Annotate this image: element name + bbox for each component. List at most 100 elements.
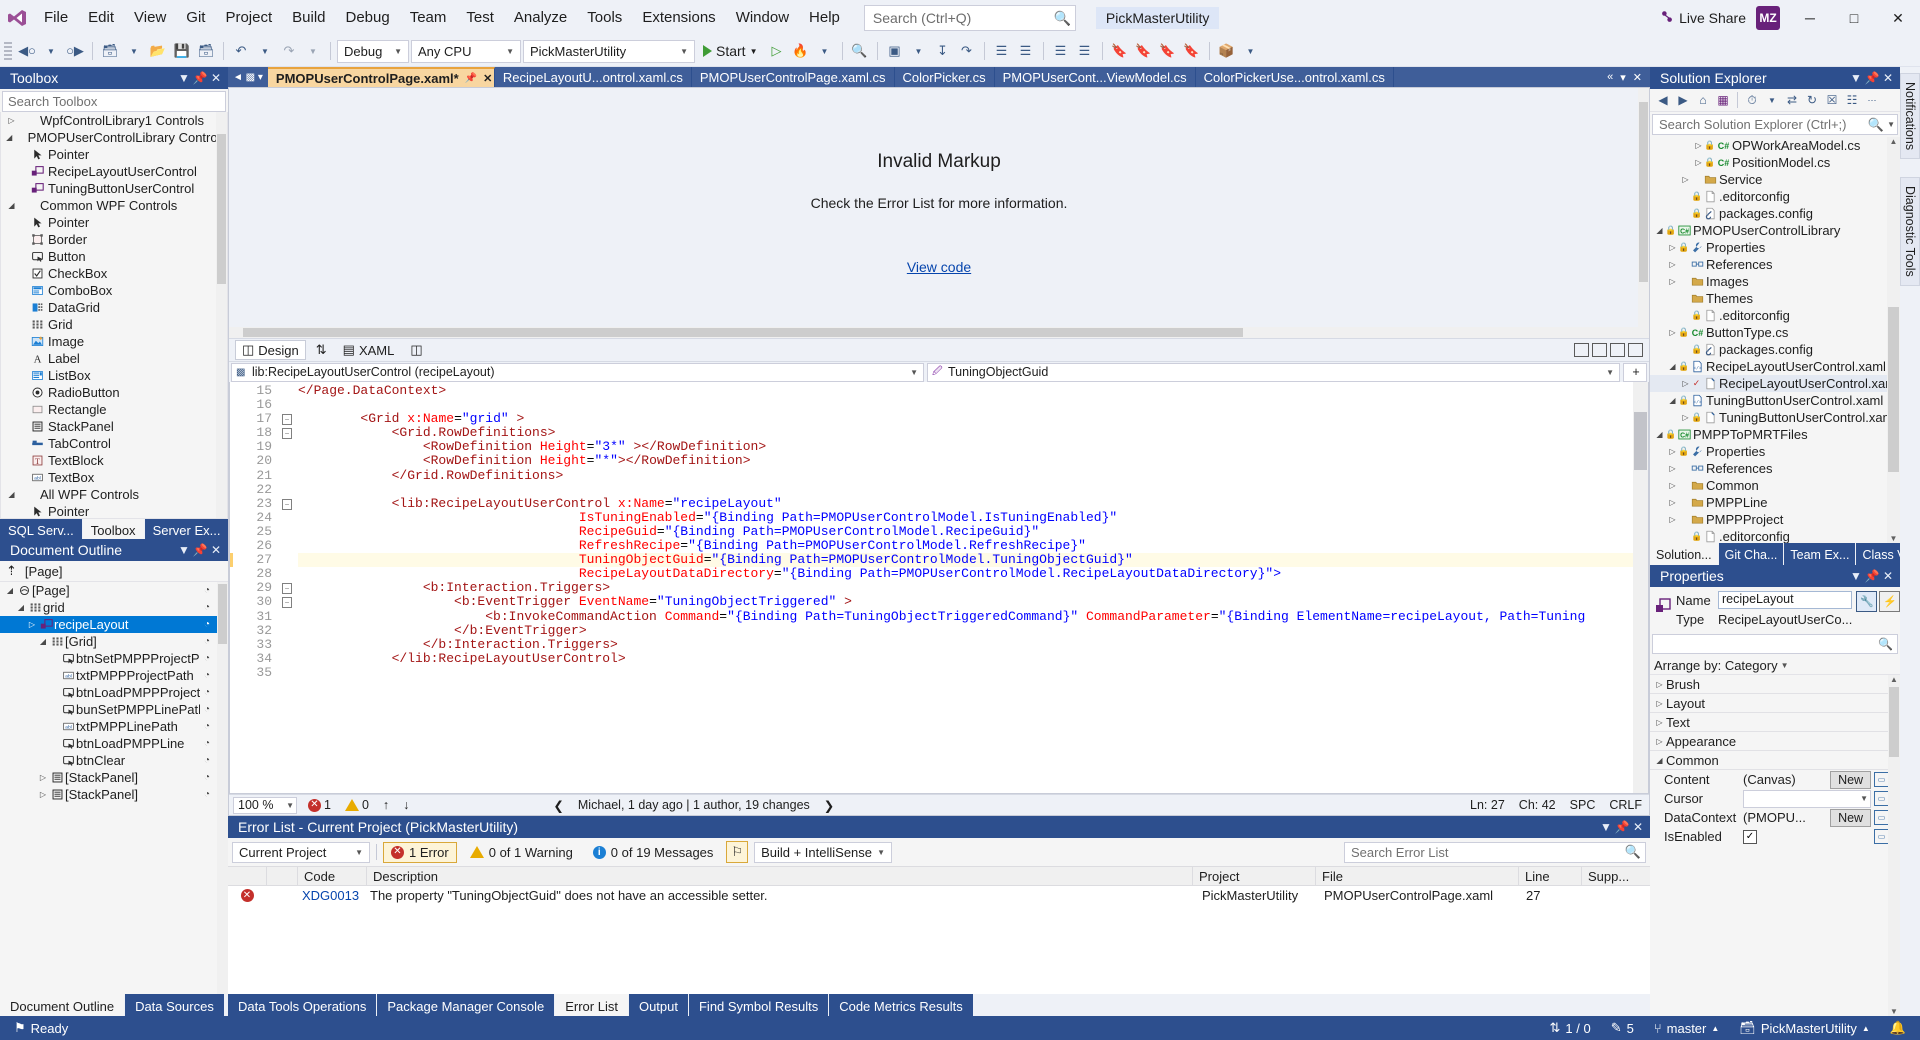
redo-dropdown-icon[interactable]: ▼: [302, 40, 324, 62]
toolbox-item-14[interactable]: A Label: [1, 350, 227, 367]
overflow-icon[interactable]: ⋯: [1863, 91, 1881, 109]
pin-icon[interactable]: 📌: [192, 71, 208, 85]
status-source-control-counts[interactable]: ⇅ 1 / 0: [1539, 1020, 1600, 1036]
design-surface[interactable]: Invalid Markup Check the Error List for …: [229, 88, 1649, 338]
hot-reload-icon[interactable]: 🔥: [790, 40, 812, 62]
property-marker-icon[interactable]: ▭: [1874, 791, 1890, 806]
close-icon[interactable]: ✕: [1880, 71, 1896, 85]
toolbar-overflow-icon[interactable]: ▼: [1240, 40, 1262, 62]
bookmark-clear-icon[interactable]: 🔖: [1181, 40, 1203, 62]
editor-next-issue-button[interactable]: ↓: [396, 798, 416, 812]
outline-item-grid[interactable]: ◢grid◔○: [0, 599, 228, 616]
solution-item-pmppline[interactable]: ▷ PMPPLine: [1650, 494, 1900, 511]
outlining-collapse-icon[interactable]: −: [276, 412, 298, 426]
solution-explorer-scroll-thumb[interactable]: [1888, 307, 1899, 472]
toolbox-item-15[interactable]: ListBox: [1, 367, 227, 384]
solution-item-service[interactable]: ▷ Service: [1650, 171, 1900, 188]
properties-scroll-thumb[interactable]: [1889, 687, 1899, 757]
error-scope-combo[interactable]: Current Project ▼: [232, 841, 370, 863]
property-marker-icon[interactable]: ▭: [1874, 772, 1890, 787]
chevron-down-icon[interactable]: ▼: [1848, 569, 1864, 583]
outline-item-bunsetpmpplinepath[interactable]: bunSetPMPPLinePath◔○: [0, 701, 228, 718]
view-code-link[interactable]: View code: [907, 259, 971, 275]
triangle-right-icon[interactable]: ▷: [1653, 680, 1666, 689]
window-layout-dropdown-icon[interactable]: ▼: [908, 40, 930, 62]
menu-tools[interactable]: Tools: [577, 4, 632, 32]
triangle-down-icon[interactable]: ◢: [37, 637, 49, 646]
code-line[interactable]: [298, 398, 1648, 412]
start-without-debug-icon[interactable]: ▷: [766, 40, 788, 62]
editor-vertical-scroll-thumb[interactable]: [1634, 412, 1647, 470]
toolbox-search-input[interactable]: Search Toolbox: [2, 91, 226, 112]
toolbox-item-16[interactable]: RadioButton: [1, 384, 227, 401]
solution-item-references[interactable]: ▷ References: [1650, 256, 1900, 273]
user-avatar[interactable]: MZ: [1756, 6, 1780, 30]
designer-pane-controls[interactable]: [1574, 343, 1649, 357]
editor-error-count[interactable]: ✕ 1: [301, 798, 338, 812]
collapse-pane-icon[interactable]: [1628, 343, 1643, 357]
triangle-right-icon[interactable]: ▷: [1680, 413, 1691, 422]
outlining-collapse-icon[interactable]: −: [276, 581, 298, 595]
toolbox-group-5[interactable]: ◢ Common WPF Controls: [1, 197, 227, 214]
visibility-eye-icon[interactable]: ◔: [200, 738, 214, 749]
document-outline-scroll-thumb[interactable]: [218, 584, 227, 644]
code-line[interactable]: IsTuningEnabled="{Binding Path=PMOPUserC…: [298, 510, 1648, 525]
editor-spaces-indicator[interactable]: SPC: [1563, 798, 1603, 812]
error-column-file[interactable]: File: [1316, 867, 1519, 885]
tab-data-tools-operations[interactable]: Data Tools Operations: [228, 994, 377, 1016]
solution-item-packages-config[interactable]: 🔒 packages.config: [1650, 205, 1900, 222]
tab-data-sources[interactable]: Data Sources: [125, 994, 224, 1016]
visibility-eye-icon[interactable]: ◔: [200, 585, 214, 596]
scroll-down-icon[interactable]: ▼: [1890, 1007, 1898, 1016]
property-row-cursor[interactable]: Cursor▼▭▼: [1650, 789, 1900, 808]
errors-filter-button[interactable]: ✕ 1 Error: [383, 841, 457, 863]
editor-code-area[interactable]: </Page.DataContext> <Grid x:Name="grid" …: [298, 382, 1648, 793]
status-notifications-button[interactable]: 🔔: [1880, 1020, 1916, 1036]
menu-git[interactable]: Git: [176, 4, 215, 32]
wrench-icon[interactable]: 🔧: [1856, 591, 1878, 612]
triangle-right-icon[interactable]: ▷: [1680, 175, 1691, 184]
toolbox-item-21[interactable]: abl TextBox: [1, 469, 227, 486]
outlining-collapse-icon[interactable]: −: [276, 497, 298, 511]
comment-icon[interactable]: ☰: [1050, 40, 1072, 62]
code-line[interactable]: </b:Interaction.Triggers>: [298, 637, 1648, 652]
sync-with-active-icon[interactable]: ⇄: [1783, 91, 1801, 109]
property-new-button[interactable]: New: [1830, 770, 1872, 789]
outline-item-recipelayout[interactable]: ▷recipeLayout◔○: [0, 616, 228, 633]
editor-outlining-margin[interactable]: − − − − −: [276, 382, 298, 793]
design-vertical-scrollbar[interactable]: [1638, 88, 1649, 338]
status-pending-edits[interactable]: ✎ 5: [1601, 1020, 1644, 1036]
triangle-right-icon[interactable]: ▷: [1667, 464, 1678, 473]
visibility-eye-icon[interactable]: ◔: [200, 636, 214, 647]
property-marker-icon[interactable]: ▭: [1874, 829, 1890, 844]
visibility-eye-icon[interactable]: ◔: [200, 755, 214, 766]
split-view-button[interactable]: ◫: [404, 341, 428, 359]
menu-test[interactable]: Test: [456, 4, 504, 32]
close-icon[interactable]: ✕: [1880, 569, 1896, 583]
toolbox-scrollbar[interactable]: [216, 112, 227, 518]
solution-item--editorconfig[interactable]: 🔒 .editorconfig: [1650, 528, 1900, 543]
visibility-eye-icon[interactable]: ◔: [200, 619, 214, 630]
solution-item-properties[interactable]: ▷ 🔒 Properties: [1650, 443, 1900, 460]
document-outline-tab-strip[interactable]: Document Outline Data Sources: [0, 994, 228, 1016]
property-row-datacontext[interactable]: DataContext(PMOPU...New▭▼: [1650, 808, 1900, 827]
editor-tab-pmopusercontrol-viewmodel-cs[interactable]: PMOPUserCont...ViewModel.cs: [995, 67, 1196, 87]
solution-platform-combo[interactable]: Any CPU ▼: [411, 39, 521, 63]
outline-item-btnloadpmppline[interactable]: btnLoadPMPPLine◔○: [0, 735, 228, 752]
property-new-button[interactable]: New: [1830, 808, 1872, 827]
error-column-description[interactable]: Description: [367, 867, 1193, 885]
properties-list[interactable]: ▲ ▼ ▷ Brush ▷ Layout ▷ Text ▷ Appearance ◢ Common…: [1650, 675, 1900, 1016]
notifications-side-tab[interactable]: Notifications: [1900, 73, 1920, 160]
triangle-down-icon[interactable]: ◢: [1667, 362, 1678, 371]
menu-window[interactable]: Window: [726, 4, 799, 32]
menu-file[interactable]: File: [34, 4, 78, 32]
solution-item-opworkareamodel-cs[interactable]: ▷ 🔒 C# OPWorkAreaModel.cs: [1650, 137, 1900, 154]
editor-tab-colorpicker-cs[interactable]: ColorPicker.cs: [895, 67, 995, 87]
tab-team-explorer[interactable]: Team Ex...: [1784, 543, 1856, 565]
close-icon[interactable]: ✕: [483, 72, 492, 85]
outline-item-stackpanel[interactable]: ▷[StackPanel]◔○: [0, 769, 228, 786]
toolbox-item-7[interactable]: Border: [1, 231, 227, 248]
visibility-eye-icon[interactable]: ◔: [200, 602, 214, 613]
chevron-down-icon[interactable]: ▼: [1848, 71, 1864, 85]
error-list-column-headers[interactable]: Code Description Project File Line Supp.…: [228, 866, 1650, 886]
